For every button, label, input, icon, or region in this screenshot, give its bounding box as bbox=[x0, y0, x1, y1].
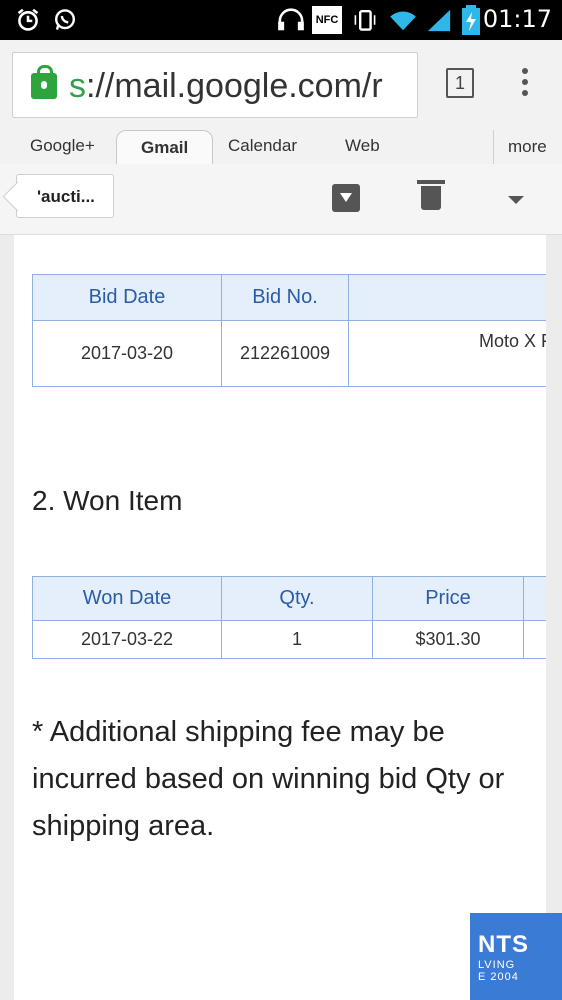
status-bar: NFC 01:17 bbox=[0, 0, 562, 40]
tab-more[interactable]: more bbox=[493, 130, 547, 164]
bids-table: Bid Date Bid No. 2017-03-20 212261009 Mo… bbox=[32, 274, 546, 387]
whatsapp-icon bbox=[55, 9, 75, 30]
clock: 01:17 bbox=[482, 5, 552, 33]
tab-switcher-button[interactable]: 1 bbox=[446, 68, 474, 98]
column-header: Bid Date bbox=[32, 274, 222, 321]
headphones-icon bbox=[278, 8, 304, 31]
table-cell: 212261009 bbox=[221, 320, 349, 387]
nfc-icon: NFC bbox=[312, 6, 342, 34]
column-header bbox=[523, 576, 546, 621]
watermark-badge: NTS LVING E 2004 bbox=[470, 913, 562, 1000]
google-bar: Google+ Gmail Calendar Web more bbox=[0, 130, 562, 165]
table-cell: 2017-03-22 bbox=[32, 620, 222, 659]
watermark-line-1: NTS bbox=[478, 931, 529, 958]
table-cell bbox=[523, 620, 546, 659]
wifi-icon bbox=[390, 11, 416, 31]
column-header: Price bbox=[372, 576, 524, 621]
watermark-line-3: E 2004 bbox=[478, 971, 519, 983]
url-text: s://mail.google.com/r bbox=[69, 67, 383, 106]
browser-toolbar: s://mail.google.com/r 1 bbox=[0, 40, 562, 130]
url-scheme: s bbox=[69, 67, 86, 105]
table-row: 2017-03-20 212261009 Moto X For bbox=[32, 320, 546, 387]
tab-calendar[interactable]: Calendar bbox=[228, 136, 297, 156]
table-cell: 1 bbox=[221, 620, 373, 659]
table-cell: 2017-03-20 bbox=[32, 320, 222, 387]
table-header-row: Bid Date Bid No. bbox=[32, 274, 546, 321]
archive-icon[interactable] bbox=[332, 184, 360, 212]
gmail-action-bar: 'aucti... bbox=[0, 164, 562, 235]
trash-icon[interactable] bbox=[417, 180, 445, 210]
overflow-menu-icon[interactable] bbox=[522, 68, 530, 98]
watermark-line-2: LVING bbox=[478, 959, 516, 971]
table-cell: $301.30 bbox=[372, 620, 524, 659]
table-cell: Moto X For bbox=[348, 320, 546, 387]
tab-google-plus[interactable]: Google+ bbox=[30, 136, 95, 156]
address-bar[interactable]: s://mail.google.com/r bbox=[12, 52, 418, 118]
url-host: ://mail.google.com/r bbox=[86, 67, 383, 105]
lock-icon bbox=[31, 65, 57, 99]
column-header bbox=[348, 274, 546, 321]
column-header: Won Date bbox=[32, 576, 222, 621]
tab-web[interactable]: Web bbox=[345, 136, 380, 156]
table-header-row: Won Date Qty. Price bbox=[32, 576, 546, 621]
back-to-label-button[interactable]: 'aucti... bbox=[16, 174, 114, 218]
table-row: 2017-03-22 1 $301.30 bbox=[32, 620, 546, 659]
vibrate-icon bbox=[354, 9, 376, 31]
tab-gmail[interactable]: Gmail bbox=[116, 130, 214, 165]
section-title: 2. Won Item bbox=[32, 485, 183, 516]
column-header: Qty. bbox=[221, 576, 373, 621]
chevron-down-icon[interactable] bbox=[508, 196, 524, 204]
alarm-clock-icon bbox=[17, 8, 39, 31]
won-table: Won Date Qty. Price 2017-03-22 1 $301.30 bbox=[32, 576, 546, 659]
column-header: Bid No. bbox=[221, 274, 349, 321]
shipping-note: * Additional shipping fee may be incurre… bbox=[32, 716, 505, 842]
email-body: Bid Date Bid No. 2017-03-20 212261009 Mo… bbox=[14, 235, 546, 1000]
signal-icon bbox=[427, 9, 451, 32]
battery-charging-icon bbox=[462, 5, 480, 35]
